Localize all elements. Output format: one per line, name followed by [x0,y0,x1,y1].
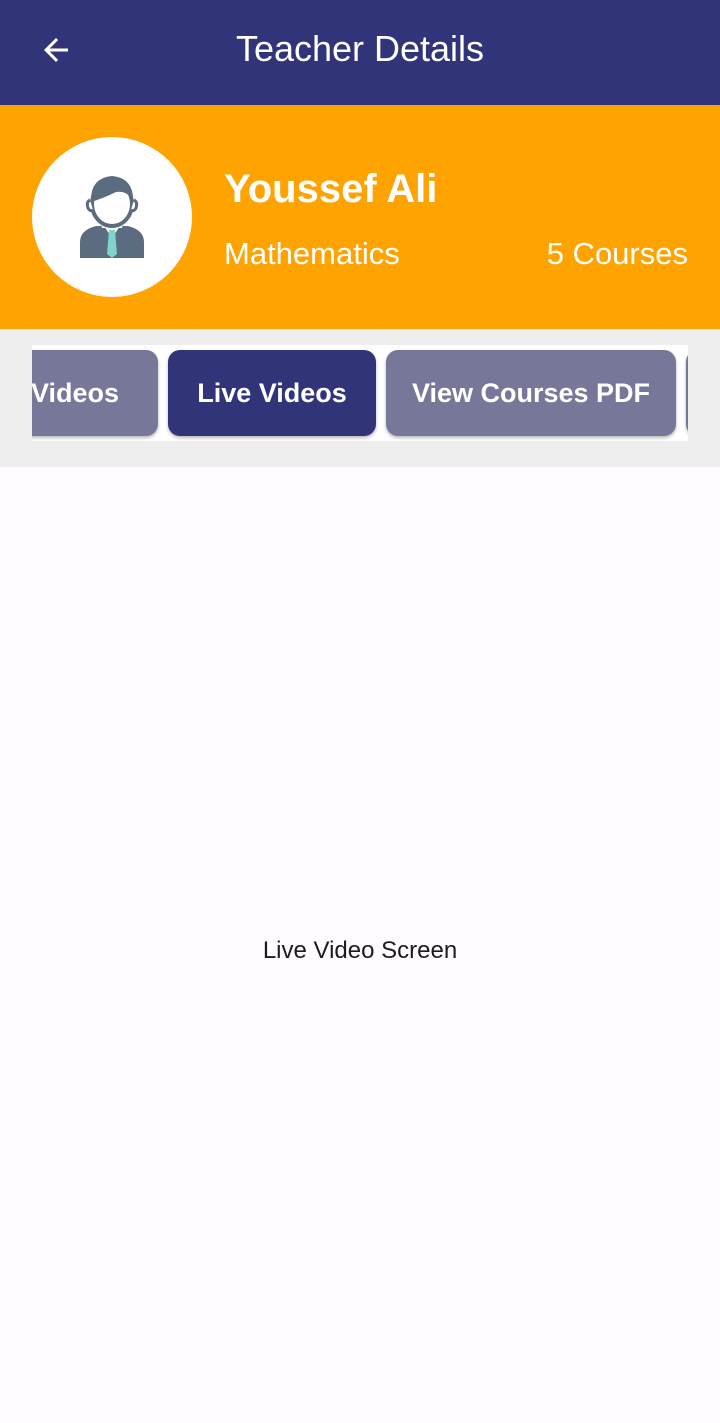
page-title: Teacher Details [235,28,485,69]
tabs-area: Videos Live Videos View Courses PDF [0,329,720,467]
tab-next-partial[interactable] [686,350,688,436]
teacher-avatar-icon [80,176,144,258]
content-area: Live Video Screen [0,467,720,1423]
teacher-subject: Mathematics [224,236,400,271]
teacher-header: Youssef Ali Mathematics 5 Courses [0,105,720,329]
app-bar: Teacher Details [0,0,720,105]
teacher-name: Youssef Ali [224,167,438,211]
tab-bar[interactable]: Videos Live Videos View Courses PDF [32,345,688,441]
tab-view-courses-pdf[interactable]: View Courses PDF [386,350,676,436]
screen-label: Live Video Screen [262,937,458,964]
tab-live-videos[interactable]: Live Videos [168,350,376,436]
tab-videos[interactable]: Videos [32,350,158,436]
avatar [32,137,192,297]
course-count: 5 Courses [546,236,688,271]
